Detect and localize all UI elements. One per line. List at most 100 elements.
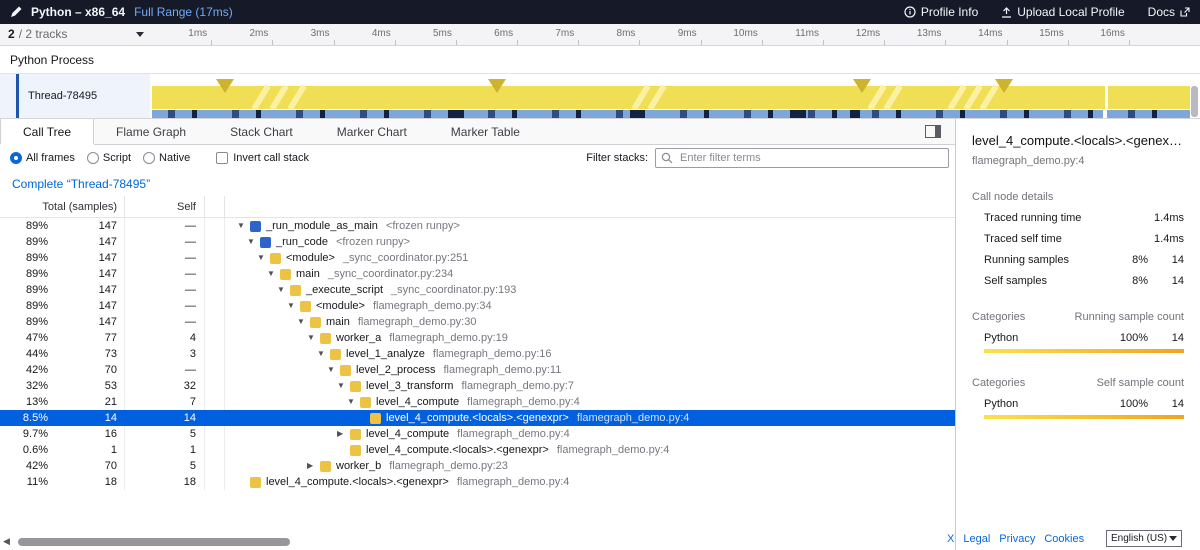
call-tree-row[interactable]: 42%70—▼level_2_processflamegraph_demo.py… [0,362,955,378]
call-tree-row[interactable]: 89%147—▼mainflamegraph_demo.py:30 [0,314,955,330]
horizontal-scrollbar-thumb[interactable] [18,538,290,546]
footer-link-legal[interactable]: Legal [963,533,990,545]
self-cell: — [125,266,205,282]
call-tree-row[interactable]: 47%774▼worker_aflamegraph_demo.py:19 [0,330,955,346]
ruler-tick-mark [945,40,946,45]
total-percent-cell: 89% [0,218,48,234]
ruler-tick-label: 14ms [957,28,1003,39]
filter-stacks-input[interactable] [655,148,949,168]
tab-call-tree[interactable]: Call Tree [0,119,94,144]
expander-open-icon[interactable]: ▼ [297,314,310,330]
process-track-header[interactable]: Python Process [0,46,1200,74]
call-tree-row[interactable]: 13%217▼level_4_computeflamegraph_demo.py… [0,394,955,410]
expander-open-icon[interactable]: ▼ [327,362,340,378]
ruler-tick-label: 15ms [1018,28,1064,39]
expander-open-icon[interactable]: ▼ [277,282,290,298]
call-tree-row[interactable]: 44%733▼level_1_analyzeflamegraph_demo.py… [0,346,955,362]
tree-cell: ▼main_sync_coordinator.py:234 [225,266,955,282]
upload-label: Upload Local Profile [1017,5,1124,19]
tree-cell: ▼_run_code<frozen runpy> [225,234,955,250]
invert-call-stack-label[interactable]: Invert call stack [233,152,309,164]
radio-native[interactable]: Native [143,152,190,164]
scroll-left-arrow[interactable]: ◀ [3,536,10,547]
tree-cell: ▼_execute_script_sync_coordinator.py:193 [225,282,955,298]
ruler-tick-mark [395,40,396,45]
detail-label: Traced running time [972,212,1100,224]
language-select-value: English (US) [1111,533,1167,544]
radio-label: Native [159,152,190,164]
expander-collapsed-icon[interactable]: ▶ [307,458,320,474]
tracks-vertical-scrollbar[interactable] [1191,86,1198,117]
spacer-cell [205,474,225,490]
profile-info-button[interactable]: Profile Info [904,5,978,19]
call-tree-row[interactable]: 89%147—▼<module>flamegraph_demo.py:34 [0,298,955,314]
call-tree-row[interactable]: 11%1818level_4_compute.<locals>.<genexpr… [0,474,955,490]
call-tree-row[interactable]: 89%147—▼<module>_sync_coordinator.py:251 [0,250,955,266]
call-node-details-header: Call node details [972,191,1184,203]
call-tree-row[interactable]: 89%147—▼_execute_script_sync_coordinator… [0,282,955,298]
thread-activity-graph[interactable] [150,74,1200,118]
sidebar-function-title: level_4_compute.<locals>.<genexpr> [972,133,1184,148]
tab-stack-chart[interactable]: Stack Chart [208,119,315,144]
file-location: flamegraph_demo.py:23 [389,458,508,474]
frame-category-icon [370,413,381,424]
expander-open-icon[interactable]: ▼ [317,346,330,362]
call-tree-row[interactable]: 42%705▶worker_bflamegraph_demo.py:23 [0,458,955,474]
docs-button[interactable]: Docs [1148,5,1190,19]
expander-open-icon[interactable]: ▼ [287,298,300,314]
call-tree-row-selected[interactable]: 8.5%1414level_4_compute.<locals>.<genexp… [0,410,955,426]
thread-track-label[interactable]: Thread-78495 [0,74,150,118]
invert-call-stack-checkbox[interactable] [216,152,228,164]
tab-flame-graph[interactable]: Flame Graph [94,119,208,144]
radio-script[interactable]: Script [87,152,131,164]
ruler-tick-label: 10ms [712,28,758,39]
detail-percent: 8% [1100,275,1148,287]
function-name: main [326,314,350,330]
radio-icon[interactable] [143,152,155,164]
category-name: Python [972,398,1100,410]
expander-collapsed-icon[interactable]: ▶ [337,426,350,442]
ruler-tick-label: 9ms [651,28,697,39]
footer-link-privacy[interactable]: Privacy [999,533,1035,545]
total-percent-cell: 47% [0,330,48,346]
expander-open-icon[interactable]: ▼ [337,378,350,394]
radio-all-frames[interactable]: All frames [10,152,75,164]
expander-open-icon[interactable]: ▼ [307,330,320,346]
detail-value: 14 [1148,275,1184,287]
breadcrumb[interactable]: Complete “Thread-78495” [12,177,150,191]
expander-open-icon[interactable]: ▼ [267,266,280,282]
footer-links: X Legal Privacy Cookies [947,533,1084,545]
call-tree-row[interactable]: 0.6%11level_4_compute.<locals>.<genexpr>… [0,442,955,458]
total-samples-cell: 70 [48,362,124,378]
call-tree-row[interactable]: 32%5332▼level_3_transformflamegraph_demo… [0,378,955,394]
radio-icon[interactable] [87,152,99,164]
call-tree-row[interactable]: 89%147—▼_run_module_as_main<frozen runpy… [0,218,955,234]
expander-open-icon[interactable]: ▼ [247,234,260,250]
profile-info-label: Profile Info [921,5,978,19]
footer-link-cookies[interactable]: Cookies [1044,533,1084,545]
language-select[interactable]: English (US) [1106,530,1182,547]
frame-category-icon [270,253,281,264]
call-tree-row[interactable]: 9.7%165▶level_4_computeflamegraph_demo.p… [0,426,955,442]
search-icon [661,152,673,164]
sidebar-toggle-icon [925,125,941,138]
radio-icon[interactable] [10,152,22,164]
upload-profile-button[interactable]: Upload Local Profile [1001,5,1124,19]
tree-cell: ▼level_4_computeflamegraph_demo.py:4 [225,394,955,410]
thread-name: Thread-78495 [28,90,97,102]
category-name: Python [972,332,1100,344]
expander-open-icon[interactable]: ▼ [237,218,250,234]
total-samples-cell: 70 [48,458,124,474]
expander-open-icon[interactable]: ▼ [257,250,270,266]
call-tree-row[interactable]: 89%147—▼main_sync_coordinator.py:234 [0,266,955,282]
tab-marker-chart[interactable]: Marker Chart [315,119,429,144]
call-tree-row[interactable]: 89%147—▼_run_code<frozen runpy> [0,234,955,250]
tracks-dropdown[interactable]: 2 / 2 tracks [8,27,144,41]
ruler-tick-mark [517,40,518,45]
expander-open-icon[interactable]: ▼ [347,394,360,410]
tab-marker-table[interactable]: Marker Table [429,119,542,144]
footer-link-x[interactable]: X [947,533,954,545]
full-range-link[interactable]: Full Range (17ms) [134,5,233,19]
sidebar-toggle-button[interactable] [925,119,941,144]
tree-cell: ▼_run_module_as_main<frozen runpy> [225,218,955,234]
